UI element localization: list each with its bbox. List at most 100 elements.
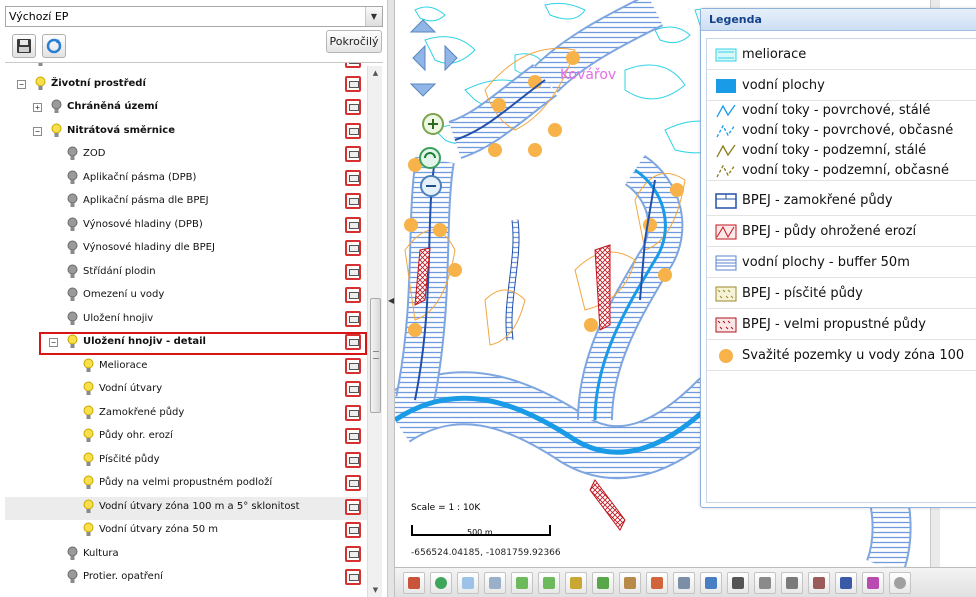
collapse-left-icon[interactable]: ◀ [388,296,394,305]
network-button[interactable] [835,572,857,594]
lightbulb-icon[interactable] [67,146,78,162]
layer-tree-item[interactable]: Vodní útvary zóna 50 m [5,520,367,543]
layer-tree-item[interactable]: ZOD [5,144,367,167]
layer-tree-item[interactable]: Půdy ohr. erozí [5,426,367,449]
lightbulb-icon[interactable] [67,334,78,350]
flag-button[interactable] [862,572,884,594]
collapse-icon[interactable]: − [49,338,58,347]
back-button[interactable] [511,572,533,594]
lightbulb-icon[interactable] [83,358,94,374]
lightbulb-icon[interactable] [67,170,78,186]
print-button[interactable] [754,572,776,594]
lightbulb-icon[interactable] [51,99,62,115]
layer-properties-icon[interactable] [345,193,361,209]
layer-properties-icon[interactable] [345,146,361,162]
layer-tree-item[interactable]: − Uložení hnojiv - detail [5,332,367,355]
layer-properties-icon[interactable] [345,75,361,92]
find-button[interactable] [727,572,749,594]
lightbulb-icon[interactable] [51,123,62,139]
select-button[interactable] [592,572,614,594]
layer-tree-item[interactable]: Omezení u vody [5,285,367,308]
advanced-button[interactable]: Pokročilý [326,30,382,53]
scroll-down-arrow-icon[interactable]: ▼ [368,583,383,597]
layer-properties-icon[interactable] [345,569,361,585]
lightbulb-icon[interactable] [83,475,94,491]
layer-tree-item[interactable]: Protier. opatření [5,567,367,590]
layer-properties-icon[interactable] [345,63,361,68]
lightbulb-icon[interactable] [67,546,78,562]
layer-tree-item[interactable]: Půdy na velmi propustném podloží [5,473,367,496]
layer-properties-icon[interactable] [345,310,361,327]
save-button[interactable] [12,34,36,58]
zoom-in-icon[interactable] [422,113,444,135]
zoom-extent-icon[interactable] [419,147,441,169]
layer-tree-item[interactable]: Výnosové hladiny (DPB) [5,215,367,238]
print-pdf-button[interactable] [808,572,830,594]
lightbulb-icon[interactable] [83,428,94,444]
layer-properties-icon[interactable] [345,99,361,115]
refresh-button[interactable] [42,34,66,58]
layer-properties-icon[interactable] [345,522,361,538]
clear-button[interactable] [619,572,641,594]
zoom-scale-button[interactable] [484,572,506,594]
legend-window[interactable]: Legenda meliorace vodní plochy vodní toky … [700,8,976,508]
layer-properties-icon[interactable] [345,498,361,515]
lightbulb-icon[interactable] [67,240,78,256]
layer-properties-icon[interactable] [345,357,361,374]
layer-properties-icon[interactable] [345,475,361,491]
lightbulb-icon[interactable] [83,522,94,538]
layer-properties-icon[interactable] [345,169,361,186]
settings-button[interactable] [889,572,911,594]
layer-properties-icon[interactable] [345,263,361,280]
lightbulb-icon[interactable] [67,287,78,303]
chevron-down-icon[interactable]: ▼ [365,7,382,26]
layer-properties-icon[interactable] [345,451,361,468]
layer-properties-icon[interactable] [345,240,361,256]
refresh-map-button[interactable] [430,572,452,594]
layer-tree-item[interactable]: Zamokřené půdy [5,403,367,426]
panel-splitter[interactable]: ◀ [388,0,395,597]
layer-tree-item[interactable]: Vodní útvary zóna 100 m a 5° sklonitost [5,496,367,520]
layer-tree-item[interactable]: Výnosové hladiny dle BPEJ [5,238,367,261]
lightbulb-icon[interactable] [83,405,94,421]
layer-properties-icon[interactable] [345,122,361,139]
expand-icon[interactable]: + [33,103,42,112]
measure-button[interactable] [565,572,587,594]
lightbulb-icon[interactable] [67,311,78,327]
layer-tree-item[interactable]: Aplikační pásma (DPB) [5,168,367,191]
scrollbar-thumb[interactable] [370,298,381,413]
layer-properties-icon[interactable] [345,287,361,303]
lightbulb-icon[interactable] [35,62,46,68]
layer-tree-item[interactable]: − Životní prostředí [5,74,367,97]
collapse-icon[interactable]: − [17,79,26,89]
lightbulb-icon[interactable] [67,193,78,209]
print-preview-button[interactable] [781,572,803,594]
layer-properties-icon[interactable] [345,216,361,233]
layer-tree-item[interactable]: Dotace [5,62,367,73]
layer-tree-item[interactable]: Písčité půdy [5,450,367,473]
chart-button[interactable] [700,572,722,594]
zoom-out-icon[interactable] [420,175,442,197]
layer-tree-item[interactable]: Uložení hnojiv [5,309,367,332]
scroll-up-arrow-icon[interactable]: ▲ [368,66,383,80]
layer-properties-icon[interactable] [345,381,361,397]
layer-properties-icon[interactable] [345,404,361,421]
layer-tree-item[interactable]: Kultura [5,544,367,567]
collapse-icon[interactable]: − [33,126,42,136]
gps-button[interactable] [673,572,695,594]
lightbulb-icon[interactable] [67,217,78,233]
layer-tree-item[interactable]: Vodní útvary [5,379,367,402]
layer-tree-item[interactable]: − Nitrátová směrnice [5,121,367,144]
lightbulb-icon[interactable] [83,452,94,468]
layer-properties-icon[interactable] [345,428,361,444]
forward-button[interactable] [538,572,560,594]
zoom-box-button[interactable] [457,572,479,594]
legend-title[interactable]: Legenda [701,9,976,31]
layer-tree-item[interactable]: Střídání plodin [5,262,367,285]
lightbulb-icon[interactable] [35,76,46,92]
layer-properties-icon[interactable] [345,334,361,350]
layer-tree-item[interactable]: Meliorace [5,356,367,379]
layer-tree-item[interactable]: Aplikační pásma dle BPEJ [5,191,367,214]
lightbulb-icon[interactable] [67,569,78,585]
layer-tree-scrollbar[interactable]: ▲ ▼ [367,66,382,597]
